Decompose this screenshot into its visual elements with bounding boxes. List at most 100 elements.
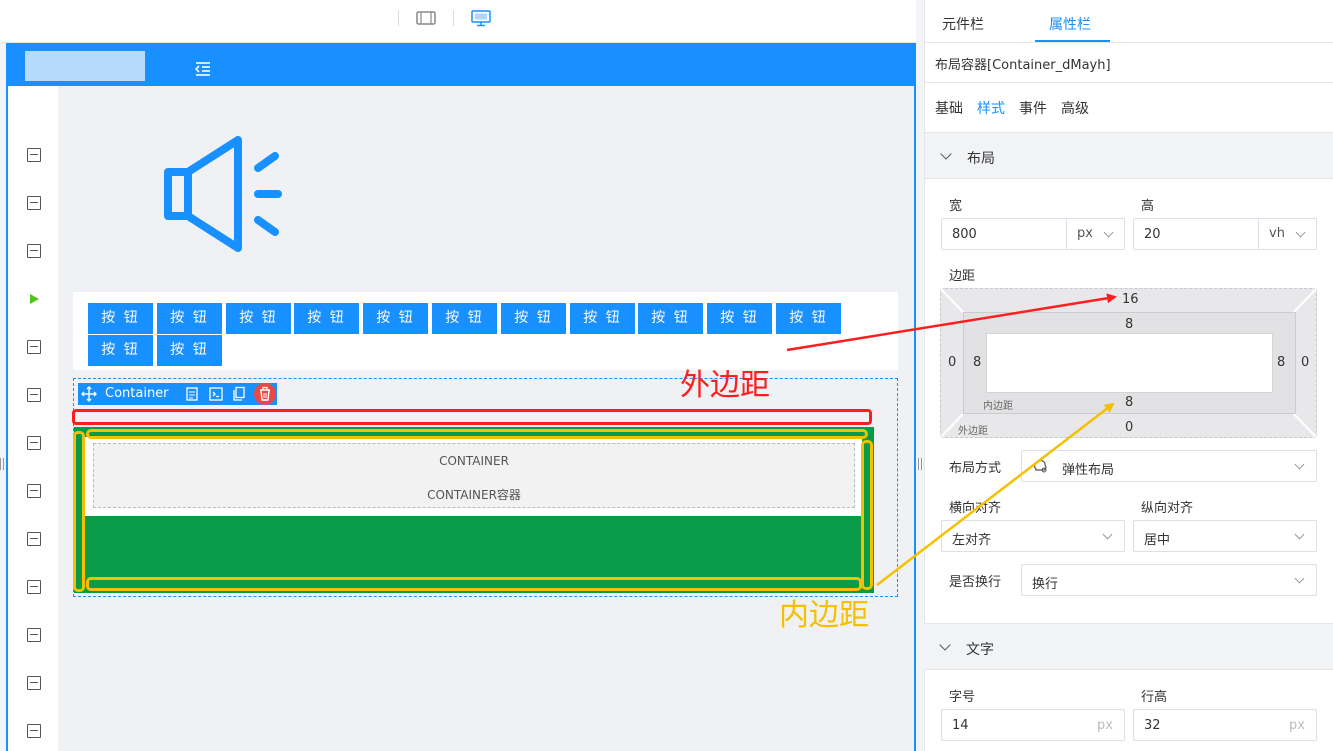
margin-top-value[interactable]: 16	[1122, 292, 1139, 307]
subtab-advanced[interactable]: 高级	[1061, 101, 1089, 117]
code-icon[interactable]	[208, 386, 224, 402]
padding-right-value[interactable]: 8	[1277, 355, 1285, 370]
collapse-square-icon[interactable]	[27, 580, 41, 594]
demo-button[interactable]: 按 钮	[432, 303, 497, 334]
padding-highlight-bottom	[86, 577, 862, 591]
width-unit-select[interactable]: px	[1066, 219, 1124, 249]
collapse-square-icon[interactable]	[27, 244, 41, 258]
play-icon[interactable]	[30, 294, 39, 304]
padding-caption: 内边距	[983, 401, 1013, 412]
collapse-square-icon[interactable]	[27, 628, 41, 642]
font-size-input[interactable]: 14 px	[941, 709, 1125, 741]
width-value: 800	[952, 227, 977, 242]
margin-bottom-value[interactable]: 0	[1125, 420, 1133, 435]
line-height-label: 行高	[1141, 690, 1168, 705]
height-value: 20	[1144, 227, 1161, 242]
tablet-icon[interactable]	[416, 9, 436, 27]
layout-section-header[interactable]: 布局	[925, 132, 1333, 179]
layout-mode-select[interactable]: 弹性布局	[1021, 450, 1317, 482]
width-input[interactable]: 800 px	[941, 218, 1125, 250]
flex-layout-icon	[1034, 460, 1047, 473]
demo-button[interactable]: 按 钮	[501, 303, 566, 334]
padding-left-value[interactable]: 8	[973, 355, 981, 370]
v-align-label: 纵向对齐	[1141, 501, 1194, 516]
chevron-down-icon	[940, 148, 952, 160]
menu-fold-icon[interactable]	[194, 61, 212, 77]
demo-button[interactable]: 按 钮	[88, 303, 153, 334]
margin-left-value[interactable]: 0	[948, 355, 956, 370]
margin-annotation: 外边距	[680, 368, 770, 403]
divider	[925, 82, 1333, 83]
demo-button[interactable]: 按 钮	[363, 303, 428, 334]
h-align-select[interactable]: 左对齐	[941, 520, 1125, 552]
height-unit-select[interactable]: vh	[1258, 219, 1316, 249]
right-resize-handle[interactable]	[918, 458, 922, 470]
move-icon[interactable]	[81, 386, 97, 402]
text-section-title: 文字	[966, 642, 994, 658]
wrap-select[interactable]: 换行	[1021, 564, 1317, 596]
delete-button[interactable]	[254, 383, 276, 405]
desktop-icon[interactable]	[471, 9, 491, 27]
chevron-down-icon	[939, 639, 951, 651]
tab-components[interactable]: 元件栏	[942, 14, 984, 34]
demo-button[interactable]: 按 钮	[638, 303, 703, 334]
demo-button[interactable]: 按 钮	[226, 303, 291, 334]
demo-button[interactable]: 按 钮	[88, 335, 153, 366]
subtab-events[interactable]: 事件	[1019, 101, 1047, 117]
demo-button[interactable]: 按 钮	[157, 303, 222, 334]
padding-top-value[interactable]: 8	[1125, 317, 1133, 332]
margin-right-value[interactable]: 0	[1301, 355, 1309, 370]
layout-mode-label: 布局方式	[949, 461, 1002, 476]
container-toolbar-label: Container	[105, 386, 169, 401]
line-height-unit: px	[1289, 718, 1305, 733]
document-icon[interactable]	[184, 386, 200, 402]
collapse-square-icon[interactable]	[27, 340, 41, 354]
padding-highlight-left	[73, 431, 85, 592]
font-size-value: 14	[952, 718, 969, 733]
collapse-square-icon[interactable]	[27, 484, 41, 498]
v-align-select[interactable]: 居中	[1133, 520, 1317, 552]
container-placeholder: CONTAINER CONTAINER容器	[93, 443, 855, 508]
demo-button[interactable]: 按 钮	[294, 303, 359, 334]
trash-icon	[260, 386, 270, 401]
toolbar-divider	[398, 10, 399, 26]
text-section-header[interactable]: 文字	[924, 623, 1333, 670]
margin-highlight	[72, 409, 872, 425]
content-box	[986, 333, 1273, 393]
demo-button[interactable]: 按 钮	[776, 303, 841, 334]
padding-highlight-top	[86, 429, 868, 439]
padding-annotation: 内边距	[779, 598, 869, 633]
collapse-square-icon[interactable]	[27, 388, 41, 402]
collapse-square-icon[interactable]	[27, 676, 41, 690]
chevron-down-icon	[1294, 459, 1305, 470]
subtab-basic[interactable]: 基础	[935, 101, 963, 117]
demo-button[interactable]: 按 钮	[707, 303, 772, 334]
tab-properties[interactable]: 属性栏	[1049, 14, 1091, 34]
padding-bottom-value[interactable]: 8	[1125, 395, 1133, 410]
left-resize-handle[interactable]	[0, 458, 4, 470]
width-label: 宽	[949, 199, 963, 214]
property-subtabs: 基础 样式 事件 高级	[935, 98, 1103, 118]
wrap-value: 换行	[1032, 577, 1059, 592]
collapse-square-icon[interactable]	[27, 196, 41, 210]
collapse-square-icon[interactable]	[27, 436, 41, 450]
margin-caption: 外边距	[958, 426, 988, 437]
font-size-unit: px	[1097, 718, 1113, 733]
speaker-icon	[164, 136, 282, 252]
collapse-square-icon[interactable]	[27, 148, 41, 162]
layout-mode-value: 弹性布局	[1062, 463, 1115, 478]
collapse-square-icon[interactable]	[27, 532, 41, 546]
subtab-style[interactable]: 样式	[977, 101, 1005, 117]
device-toolbar	[0, 0, 916, 43]
active-tab-indicator	[1035, 40, 1110, 42]
demo-button[interactable]: 按 钮	[570, 303, 635, 334]
spacing-label: 边距	[949, 269, 976, 284]
placeholder-line-2: CONTAINER容器	[427, 488, 521, 502]
line-height-input[interactable]: 32 px	[1133, 709, 1317, 741]
container-toolbar: Container	[78, 383, 277, 405]
height-input[interactable]: 20 vh	[1133, 218, 1317, 250]
height-label: 高	[1141, 199, 1155, 214]
demo-button[interactable]: 按 钮	[157, 335, 222, 366]
copy-icon[interactable]	[231, 386, 247, 402]
collapse-square-icon[interactable]	[27, 724, 41, 738]
